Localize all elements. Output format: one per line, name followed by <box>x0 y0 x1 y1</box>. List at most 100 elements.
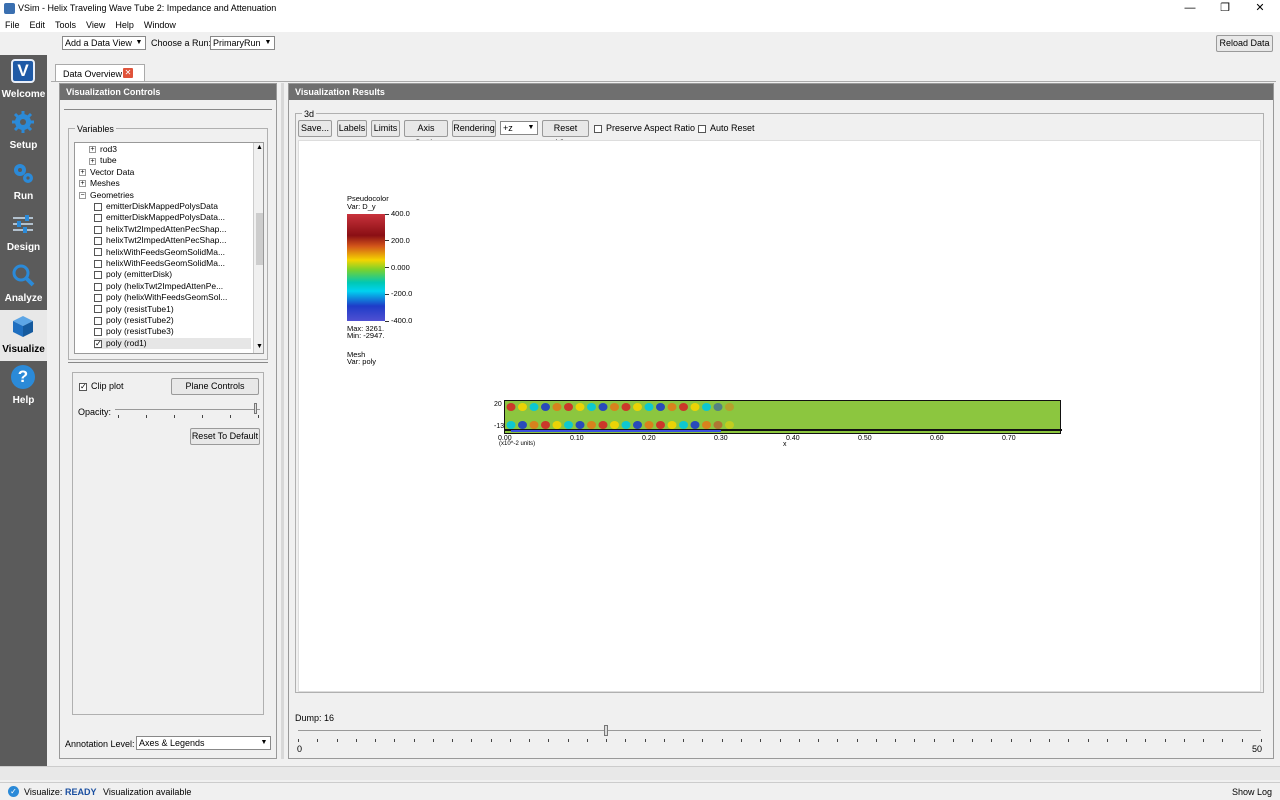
dump-tick <box>490 739 492 742</box>
axis-scale-button[interactable]: Axis Scale <box>404 120 448 148</box>
tree-item[interactable]: + Vector Data <box>79 167 134 179</box>
menu-edit[interactable]: Edit <box>25 18 51 32</box>
tree-item-label: poly (resistTube3) <box>106 326 174 337</box>
dump-slider[interactable] <box>298 725 1261 736</box>
tree-item[interactable]: + Meshes <box>79 178 120 190</box>
collapse-icon[interactable]: − <box>79 191 86 199</box>
expand-icon[interactable]: + <box>79 180 86 188</box>
tree-item-label: emitterDiskMappedPolysData <box>106 201 218 211</box>
rendering-button[interactable]: Rendering <box>452 120 496 137</box>
field-blob <box>702 403 711 411</box>
tree-item[interactable]: emitterDiskMappedPolysData <box>94 201 218 213</box>
tree-item[interactable]: helixWithFeedsGeomSolidMa... <box>94 247 225 259</box>
dump-tick <box>933 739 935 742</box>
menu-file[interactable]: File <box>0 18 25 32</box>
tree-item[interactable]: helixTwt2ImpedAttenPecShap... <box>94 224 227 236</box>
save-button[interactable]: Save... <box>298 120 332 137</box>
variables-tree[interactable]: + rod3 + tube + Vector Data + Meshes − Geometries… <box>74 142 264 354</box>
show-log-button[interactable]: Show Log <box>1232 787 1272 797</box>
maximize-button[interactable]: ❐ <box>1205 2 1245 16</box>
menu-view[interactable]: View <box>81 18 110 32</box>
expand-icon[interactable]: + <box>79 169 86 177</box>
nav-design[interactable]: Design <box>0 208 47 259</box>
slider-track <box>115 409 260 410</box>
checkbox-icon[interactable] <box>94 328 102 337</box>
checkbox-icon[interactable] <box>94 202 102 211</box>
minimize-button[interactable]: — <box>1170 2 1210 16</box>
checkbox-icon <box>594 124 602 133</box>
tree-item[interactable]: + rod3 <box>89 144 117 156</box>
labels-button[interactable]: Labels <box>337 120 367 137</box>
nav-analyze[interactable]: Analyze <box>0 259 47 310</box>
nav-welcome[interactable]: V Welcome <box>0 55 47 106</box>
bottom-scrollbar[interactable] <box>0 766 1280 780</box>
annotation-level-select[interactable]: Axes & Legends ▼ <box>136 736 271 750</box>
expand-icon[interactable]: + <box>89 157 96 165</box>
checkbox-icon[interactable]: ✓ <box>94 339 102 348</box>
tree-item[interactable]: + tube <box>89 155 117 167</box>
nav-label: Welcome <box>1 89 46 100</box>
plot-group-label: 3d <box>302 109 317 119</box>
scroll-thumb[interactable] <box>256 213 263 265</box>
tree-item[interactable]: helixTwt2ImpedAttenPecShap... <box>94 235 227 247</box>
field-blob <box>564 403 573 411</box>
scroll-up-icon[interactable]: ▲ <box>256 144 263 151</box>
add-data-view-combo[interactable]: Add a Data View ▼ <box>62 36 146 50</box>
checkbox-icon[interactable] <box>94 305 102 314</box>
tab-close-icon[interactable]: ✕ <box>123 68 133 78</box>
checkbox-icon[interactable] <box>94 271 102 280</box>
tree-item[interactable]: ✓ poly (rod1) <box>94 337 251 350</box>
checkbox-icon[interactable] <box>94 236 102 245</box>
tree-item[interactable]: poly (helixTwt2ImpedAttenPe... <box>94 281 223 293</box>
checkbox-icon[interactable] <box>94 259 102 268</box>
clip-plot-checkbox[interactable]: ✓ Clip plot <box>79 381 124 391</box>
plane-controls-button[interactable]: Plane Controls <box>171 378 259 395</box>
reset-view-button[interactable]: Reset View <box>542 120 589 148</box>
preserve-aspect-checkbox[interactable]: Preserve Aspect Ratio <box>594 123 695 133</box>
checkbox-icon[interactable] <box>94 282 102 291</box>
controls-header: Visualization Controls <box>60 84 276 100</box>
unit-note: (x10^-2 units) <box>499 441 536 447</box>
nav-help[interactable]: ? Help <box>0 361 47 412</box>
tab-data-overview[interactable]: Data Overview ✕ <box>55 64 145 82</box>
tree-item[interactable]: − Geometries <box>79 190 134 202</box>
view-direction-select[interactable]: +z ▼ <box>500 121 538 135</box>
reset-to-default-button[interactable]: Reset To Default <box>190 428 260 445</box>
tree-item-label: helixTwt2ImpedAttenPecShap... <box>106 235 227 246</box>
auto-reset-checkbox[interactable]: Auto Reset <box>698 123 755 133</box>
menu-window[interactable]: Window <box>139 18 181 32</box>
tree-item[interactable]: poly (resistTube2) <box>94 315 174 327</box>
dump-slider-handle[interactable] <box>604 725 609 736</box>
slider-tick <box>118 415 119 418</box>
reload-data-button[interactable]: Reload Data <box>1216 35 1273 52</box>
checkbox-icon[interactable] <box>94 248 102 257</box>
checkbox-icon[interactable] <box>94 316 102 325</box>
tree-item[interactable]: poly (resistTube3) <box>94 326 174 338</box>
limits-button[interactable]: Limits <box>371 120 400 137</box>
checkbox-icon[interactable] <box>94 293 102 302</box>
opacity-slider[interactable] <box>115 403 260 414</box>
tab-label: Data Overview <box>63 69 123 79</box>
menu-tools[interactable]: Tools <box>50 18 81 32</box>
splitter[interactable] <box>68 362 268 363</box>
panel-splitter[interactable] <box>281 83 284 759</box>
menu-help[interactable]: Help <box>110 18 139 32</box>
scroll-down-icon[interactable]: ▼ <box>256 343 263 350</box>
run-select[interactable]: PrimaryRun ▼ <box>210 36 275 50</box>
tree-item[interactable]: emitterDiskMappedPolysData... <box>94 212 225 224</box>
checkbox-icon[interactable] <box>94 214 102 223</box>
dump-tick <box>375 739 377 742</box>
tree-item[interactable]: poly (emitterDisk) <box>94 269 172 281</box>
tree-item[interactable]: poly (helixWithFeedsGeomSol... <box>94 292 227 304</box>
nav-setup[interactable]: Setup <box>0 106 47 157</box>
tree-item[interactable]: poly (resistTube1) <box>94 304 174 316</box>
checkbox-icon[interactable] <box>94 225 102 234</box>
tree-item[interactable]: helixWithFeedsGeomSolidMa... <box>94 258 225 270</box>
expand-icon[interactable]: + <box>89 146 96 154</box>
slider-handle[interactable] <box>253 403 257 414</box>
close-button[interactable]: ✕ <box>1240 2 1280 16</box>
nav-visualize[interactable]: Visualize <box>0 310 47 361</box>
render-canvas[interactable]: Pseudocolor Var: D_y 400.0 200.0 0.000 -200… <box>298 140 1261 692</box>
nav-run[interactable]: Run <box>0 157 47 208</box>
tree-scrollbar[interactable]: ▲ ▼ <box>253 143 263 353</box>
